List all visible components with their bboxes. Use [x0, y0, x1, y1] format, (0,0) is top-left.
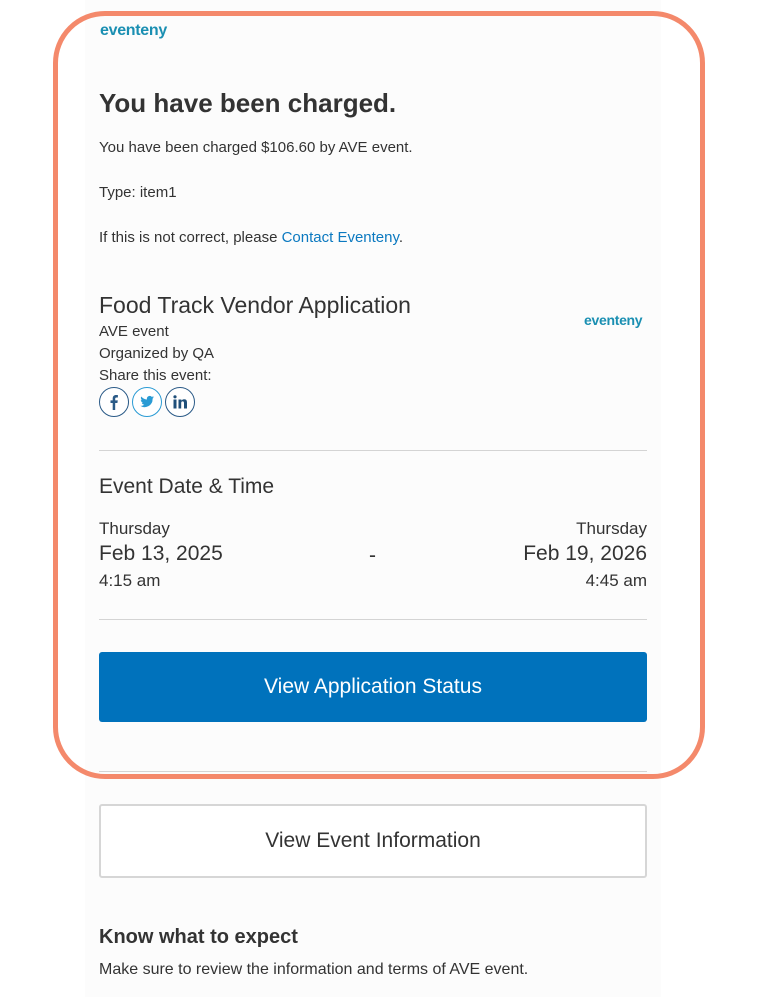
charge-amount-text: You have been charged $106.60 by AVE eve…: [99, 139, 413, 156]
know-what-to-expect-heading: Know what to expect: [99, 926, 298, 948]
twitter-icon: [140, 395, 154, 408]
contact-notice: If this is not correct, please Contact E…: [99, 229, 403, 246]
event-title: Food Track Vendor Application: [99, 292, 411, 318]
start-date: Feb 13, 2025: [99, 542, 223, 565]
twitter-share-button[interactable]: [132, 387, 162, 417]
divider: [99, 771, 647, 772]
start-time: 4:15 am: [99, 571, 161, 590]
event-name: AVE event: [99, 323, 169, 340]
start-day: Thursday: [99, 519, 170, 538]
view-application-status-button[interactable]: View Application Status: [99, 652, 647, 722]
linkedin-icon: [173, 395, 187, 409]
share-label: Share this event:: [99, 367, 212, 384]
facebook-share-button[interactable]: [99, 387, 129, 417]
divider: [99, 450, 647, 451]
eventeny-logo: eventeny: [100, 22, 167, 39]
event-logo: eventeny: [584, 312, 643, 328]
view-event-information-button[interactable]: View Event Information: [99, 804, 647, 878]
contact-notice-suffix: .: [398, 229, 404, 246]
know-what-to-expect-text: Make sure to review the information and …: [99, 961, 529, 978]
charge-type-text: Type: item1: [99, 184, 177, 201]
end-time: 4:45 am: [585, 571, 647, 590]
linkedin-share-button[interactable]: [165, 387, 195, 417]
end-date: Feb 19, 2026: [523, 542, 647, 565]
email-page: eventeny You have been charged. You have…: [0, 0, 767, 997]
event-date-time-heading: Event Date & Time: [99, 475, 275, 498]
event-organizer: Organized by QA: [99, 345, 215, 362]
divider: [99, 619, 647, 620]
date-separator: -: [369, 544, 376, 567]
end-day: Thursday: [576, 519, 647, 538]
contact-eventeny-link[interactable]: Contact Eventeny: [282, 229, 399, 246]
charge-heading: You have been charged.: [99, 88, 397, 118]
facebook-icon: [110, 395, 118, 410]
contact-notice-prefix: If this is not correct, please: [99, 229, 282, 246]
social-share-buttons: [99, 387, 195, 417]
